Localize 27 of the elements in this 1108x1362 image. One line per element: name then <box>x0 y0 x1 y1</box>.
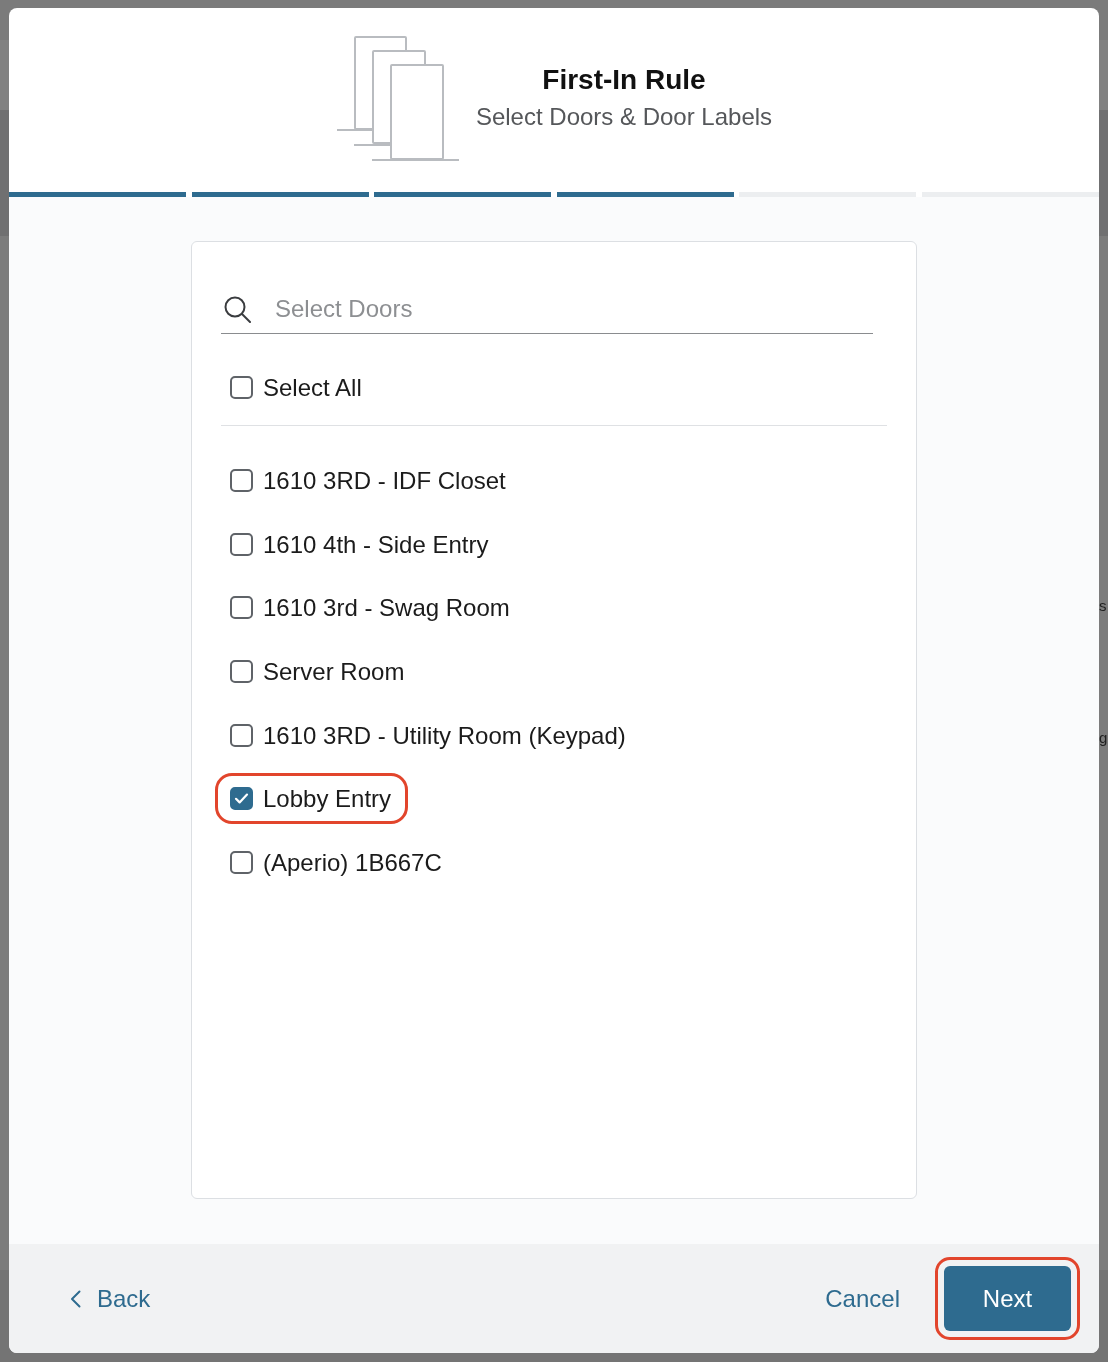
checkbox[interactable] <box>230 376 253 399</box>
checkbox-label[interactable]: 1610 3RD - IDF Closet <box>263 466 506 495</box>
checkbox-label[interactable]: Server Room <box>263 657 405 687</box>
chevron-left-icon <box>70 1289 81 1308</box>
checkbox-label[interactable]: 1610 4th - Side Entry <box>263 529 489 559</box>
checkbox[interactable] <box>230 469 253 492</box>
checkbox-label[interactable]: Select All <box>263 373 362 402</box>
doors-icon <box>335 34 460 162</box>
background-text: s <box>1099 597 1108 615</box>
checkbox[interactable] <box>230 532 253 556</box>
checkbox-label[interactable]: 1610 3rd - Swag Room <box>263 593 510 623</box>
search-field[interactable]: Select Doors <box>221 285 873 334</box>
checkbox-label[interactable]: 1610 3RD - Utility Room (Keypad) <box>263 720 626 750</box>
checkbox[interactable] <box>230 660 253 684</box>
search-icon <box>224 296 251 323</box>
next-button[interactable]: Next <box>944 1266 1071 1331</box>
checkbox[interactable] <box>230 723 253 747</box>
checkbox[interactable] <box>230 596 253 620</box>
checkbox-label[interactable]: (Aperio) 1B667C <box>263 848 442 878</box>
background-text: g <box>1099 729 1108 747</box>
checkbox[interactable] <box>230 851 253 875</box>
dialog-title: First-In Rule <box>542 63 706 97</box>
back-button[interactable]: Back <box>62 1280 151 1317</box>
checkbox-label[interactable]: Lobby Entry <box>263 784 392 814</box>
cancel-button[interactable]: Cancel <box>825 1280 900 1317</box>
dialog-subtitle: Select Doors & Door Labels <box>475 102 773 132</box>
checkbox[interactable] <box>230 787 253 811</box>
